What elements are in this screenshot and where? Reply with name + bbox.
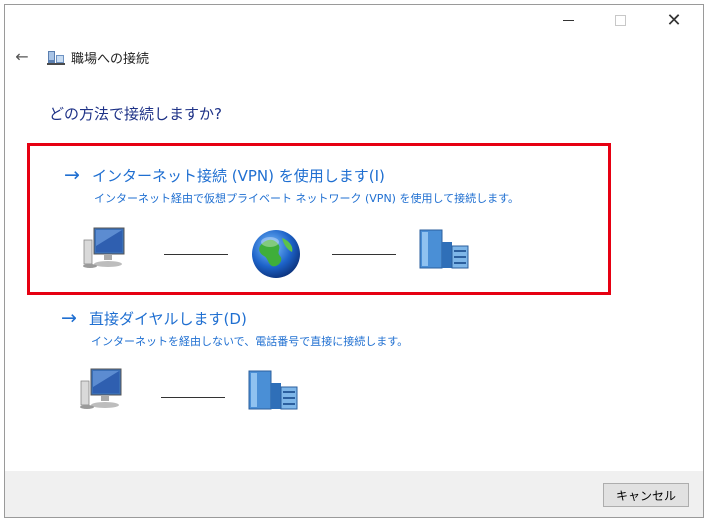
option-vpn[interactable]: → インターネット接続 (VPN) を使用します(I) インターネット経由で仮想…: [27, 143, 611, 295]
connection-line: [332, 254, 396, 255]
navigation-bar: ← 職場への接続: [5, 41, 703, 71]
network-folder-icon: [47, 51, 65, 65]
option-header: → 直接ダイヤルします(D): [61, 307, 247, 329]
option-title: 直接ダイヤルします(D): [89, 309, 247, 328]
minimize-button[interactable]: [545, 5, 591, 35]
back-arrow-icon: ←: [15, 46, 29, 66]
maximize-icon: [614, 14, 626, 26]
right-arrow-icon: →: [64, 164, 80, 186]
server-building-icon: [419, 229, 469, 269]
close-button[interactable]: ✕: [651, 5, 697, 35]
option-description: インターネット経由で仮想プライベート ネットワーク (VPN) を使用して接続し…: [94, 192, 520, 205]
maximize-button[interactable]: [597, 5, 643, 35]
dialog-footer: キャンセル: [5, 471, 703, 517]
option-direct-dial[interactable]: → 直接ダイヤルします(D) インターネットを経由しないで、電話番号で直接に接続…: [27, 301, 611, 421]
option-title: インターネット接続 (VPN) を使用します(I): [92, 166, 385, 185]
connection-line: [164, 254, 228, 255]
close-icon: ✕: [666, 9, 682, 31]
right-arrow-icon: →: [61, 307, 77, 329]
back-button[interactable]: ←: [11, 45, 33, 67]
option-header: → インターネット接続 (VPN) を使用します(I): [64, 164, 385, 186]
connection-line: [161, 397, 225, 398]
globe-icon: [252, 230, 300, 278]
server-building-icon: [248, 370, 298, 410]
title-bar: ✕: [5, 5, 703, 37]
option-description: インターネットを経由しないで、電話番号で直接に接続します。: [91, 335, 409, 348]
cancel-button[interactable]: キャンセル: [603, 483, 689, 507]
minimize-icon: [562, 19, 574, 21]
computer-icon: [80, 368, 122, 409]
dialog-window: ✕ ← 職場への接続 どの方法で接続しますか? → インターネット接続 (VPN…: [4, 4, 704, 518]
computer-icon: [83, 227, 125, 268]
window-title: 職場への接続: [71, 52, 150, 67]
page-heading: どの方法で接続しますか?: [49, 105, 222, 123]
